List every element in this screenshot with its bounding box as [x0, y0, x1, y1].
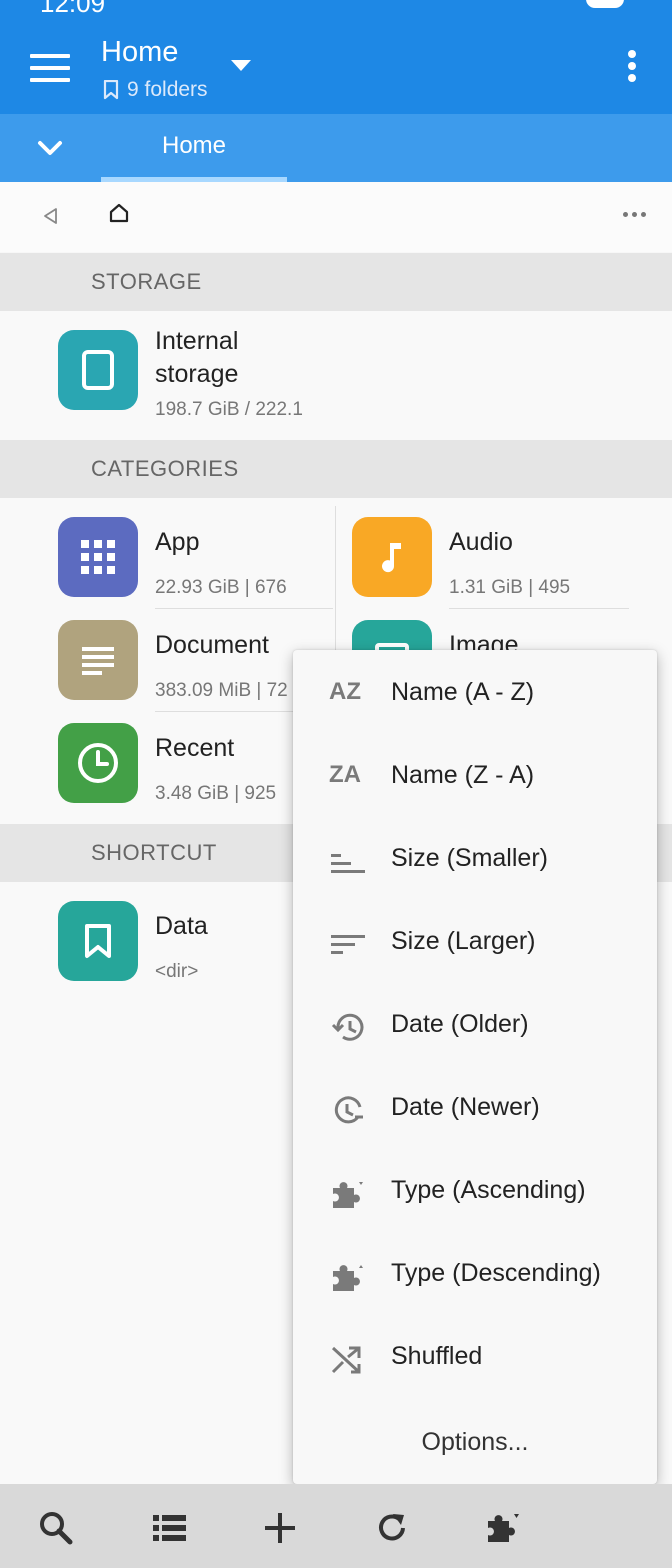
sort-type-ascending[interactable]: Type (Ascending)	[293, 1151, 657, 1234]
storage-name-line2: storage	[155, 360, 239, 388]
storage-meta: 198.7 GiB / 222.1	[155, 399, 303, 420]
sort-size-larger[interactable]: Size (Larger)	[293, 902, 657, 985]
clock-icon	[78, 743, 118, 783]
sort-name-za[interactable]: ZA Name (Z - A)	[293, 736, 657, 819]
refresh-icon[interactable]	[374, 1510, 410, 1546]
sort-menu: AZ Name (A - Z) ZA Name (Z - A) Size (Sm…	[293, 650, 657, 1484]
home-icon[interactable]	[108, 202, 130, 224]
category-audio-name: Audio	[449, 528, 513, 556]
clock-forward-icon	[334, 1096, 363, 1124]
internal-storage-item[interactable]	[58, 330, 138, 410]
sort-size-smaller-label: Size (Smaller)	[391, 844, 548, 872]
sort-date-older[interactable]: Date (Older)	[293, 985, 657, 1068]
folder-count: 9 folders	[103, 78, 208, 102]
history-icon	[331, 1013, 364, 1041]
sort-options-button[interactable]: Options...	[293, 1412, 657, 1472]
row-divider	[449, 608, 629, 609]
list-view-icon[interactable]	[151, 1510, 187, 1546]
sort-date-newer[interactable]: Date (Newer)	[293, 1068, 657, 1151]
tablet-icon	[82, 350, 114, 390]
section-header-storage: STORAGE	[0, 253, 672, 311]
category-app[interactable]	[58, 517, 138, 597]
shortcut-data-meta: <dir>	[155, 961, 199, 982]
app-bar: Home 9 folders	[0, 20, 672, 114]
bottom-toolbar	[0, 1484, 672, 1568]
more-horiz-icon[interactable]	[623, 212, 646, 217]
chevron-down-icon[interactable]	[36, 136, 64, 160]
category-document-meta: 383.09 MiB | 72	[155, 680, 288, 701]
shortcut-data[interactable]	[58, 901, 138, 981]
music-note-icon	[382, 543, 401, 573]
tab-bar: Home	[0, 114, 672, 182]
category-recent-name: Recent	[155, 734, 235, 762]
bookmark-icon	[103, 80, 119, 100]
sort-type-descending-label: Type (Descending)	[391, 1259, 601, 1287]
shortcut-data-name: Data	[155, 912, 208, 940]
page-title[interactable]: Home	[101, 36, 178, 69]
category-audio-meta: 1.31 GiB | 495	[449, 577, 571, 598]
extension-sort-icon[interactable]	[485, 1510, 521, 1546]
size-large-icon	[331, 935, 365, 954]
dropdown-arrow-icon[interactable]	[231, 60, 251, 71]
shuffle-icon	[331, 1346, 361, 1374]
status-bar: 12:09	[0, 0, 672, 20]
sort-type-ascending-label: Type (Ascending)	[391, 1176, 586, 1204]
sort-date-newer-label: Date (Newer)	[391, 1093, 540, 1121]
path-bar	[0, 182, 672, 252]
storage-name-line1: Internal	[155, 327, 239, 355]
row-divider	[155, 608, 333, 609]
category-app-name: App	[155, 528, 200, 556]
category-recent-meta: 3.48 GiB | 925	[155, 783, 277, 804]
size-small-icon	[331, 854, 365, 873]
tab-home-label: Home	[161, 132, 227, 159]
status-time: 12:09	[40, 0, 106, 18]
document-icon	[82, 647, 114, 675]
tab-home[interactable]: Home	[101, 114, 287, 182]
sort-name-az[interactable]: AZ Name (A - Z)	[293, 653, 657, 736]
category-recent[interactable]	[58, 723, 138, 803]
bookmark-icon	[85, 924, 111, 958]
extension-descending-icon	[333, 1265, 363, 1291]
sort-size-larger-label: Size (Larger)	[391, 927, 536, 955]
sort-shuffled-label: Shuffled	[391, 1342, 483, 1370]
sort-type-descending[interactable]: Type (Descending)	[293, 1234, 657, 1317]
back-arrow-icon[interactable]	[42, 207, 60, 225]
sort-name-za-label: Name (Z - A)	[391, 761, 535, 789]
sort-size-smaller[interactable]: Size (Smaller)	[293, 819, 657, 902]
menu-icon[interactable]	[30, 54, 70, 82]
more-vert-icon[interactable]	[626, 50, 638, 86]
section-header-categories: CATEGORIES	[0, 440, 672, 498]
category-audio[interactable]	[352, 517, 432, 597]
category-document-name: Document	[155, 631, 269, 659]
folder-count-label: 9 folders	[127, 78, 208, 101]
battery-icon	[586, 0, 624, 8]
storage-list: Internal storage 198.7 GiB / 222.1	[0, 311, 672, 440]
sort-date-older-label: Date (Older)	[391, 1010, 529, 1038]
sort-za-icon: ZA	[329, 761, 361, 788]
sort-shuffled[interactable]: Shuffled	[293, 1317, 657, 1400]
sort-name-az-label: Name (A - Z)	[391, 678, 535, 706]
search-icon[interactable]	[38, 1510, 74, 1546]
category-app-meta: 22.93 GiB | 676	[155, 577, 287, 598]
sort-az-icon: AZ	[329, 678, 361, 705]
add-icon[interactable]	[262, 1510, 298, 1546]
category-document[interactable]	[58, 620, 138, 700]
extension-ascending-icon	[333, 1182, 363, 1208]
grid-icon	[81, 540, 115, 574]
